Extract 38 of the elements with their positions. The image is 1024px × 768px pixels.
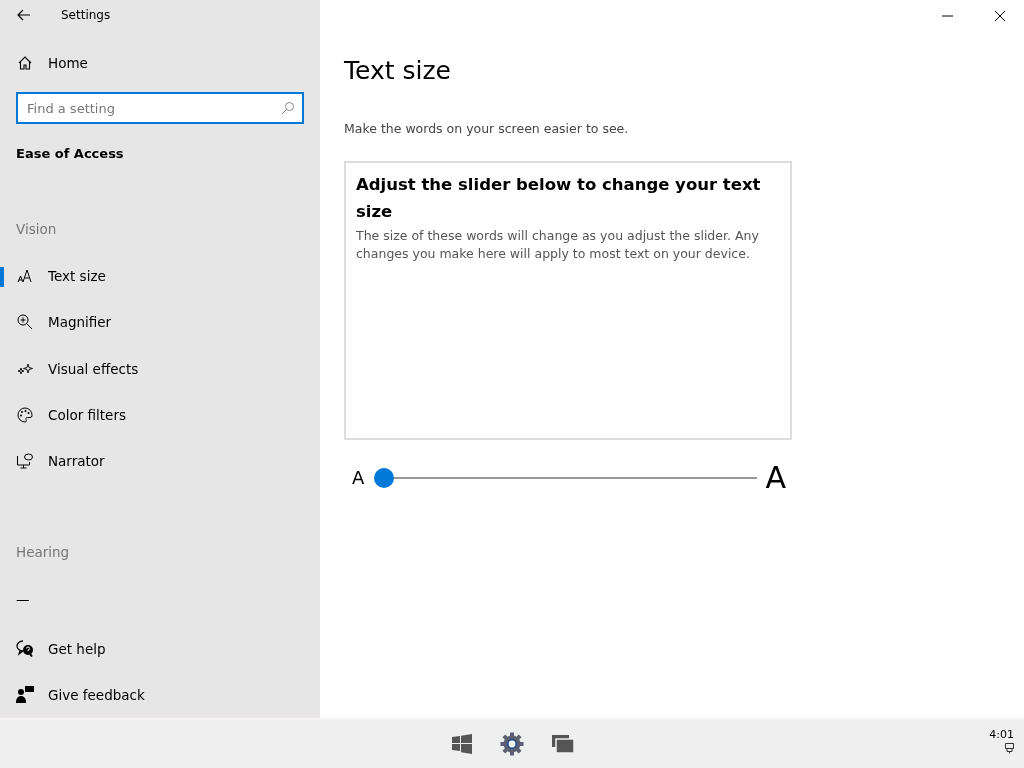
section-title: Ease of Access xyxy=(16,146,125,162)
sidebar-link[interactable]: Get help xyxy=(0,625,320,672)
help-bubble-icon xyxy=(16,640,34,658)
home-icon xyxy=(16,54,34,71)
text-size-slider[interactable] xyxy=(374,467,758,488)
page-title: Text size xyxy=(344,56,452,85)
clock-time: 4:01 xyxy=(989,728,1014,741)
search-icon xyxy=(281,101,295,116)
sidebar-item[interactable]: Color filters xyxy=(0,391,320,439)
page-description: Make the words on your screen easier to see. xyxy=(344,121,630,136)
sidebar-item[interactable]: Text size xyxy=(0,253,320,300)
sidebar-item[interactable]: — xyxy=(0,576,320,623)
sparkle-icon xyxy=(16,362,34,375)
settings-gear-icon[interactable] xyxy=(500,732,524,756)
large-a-label: A xyxy=(765,460,786,495)
task-view-icon[interactable] xyxy=(552,735,574,753)
search-field[interactable]: Find a setting xyxy=(16,92,304,125)
narrator-icon xyxy=(16,453,34,470)
start-windows-icon[interactable] xyxy=(452,734,472,754)
palette-icon xyxy=(16,406,34,423)
preview-text: The size of these words will change as you adjust the slider. Any changes you make here will apply to most text on your device. xyxy=(356,227,760,263)
preview-heading: Adjust the slider below to change your text size xyxy=(356,174,762,223)
slider-thumb[interactable] xyxy=(374,467,395,488)
sidebar-link[interactable]: Give feedback xyxy=(0,671,320,719)
sidebar-item[interactable]: Narrator xyxy=(0,438,320,485)
sidebar-item[interactable]: Magnifier xyxy=(0,299,320,346)
close-icon[interactable] xyxy=(994,10,1006,22)
small-a-label: A xyxy=(352,467,365,488)
group-heading: Vision xyxy=(16,221,58,238)
window-title: Settings xyxy=(61,8,111,23)
notification-icon[interactable] xyxy=(1005,743,1014,754)
magnifier-icon xyxy=(16,314,34,331)
group-heading: Hearing xyxy=(16,544,71,561)
sidebar-item[interactable]: Visual effects xyxy=(0,345,320,392)
home-link[interactable]: Home xyxy=(0,39,320,87)
feedback-person-icon xyxy=(16,686,34,704)
back-arrow-icon[interactable] xyxy=(17,9,31,22)
text-size-icon xyxy=(16,269,34,284)
